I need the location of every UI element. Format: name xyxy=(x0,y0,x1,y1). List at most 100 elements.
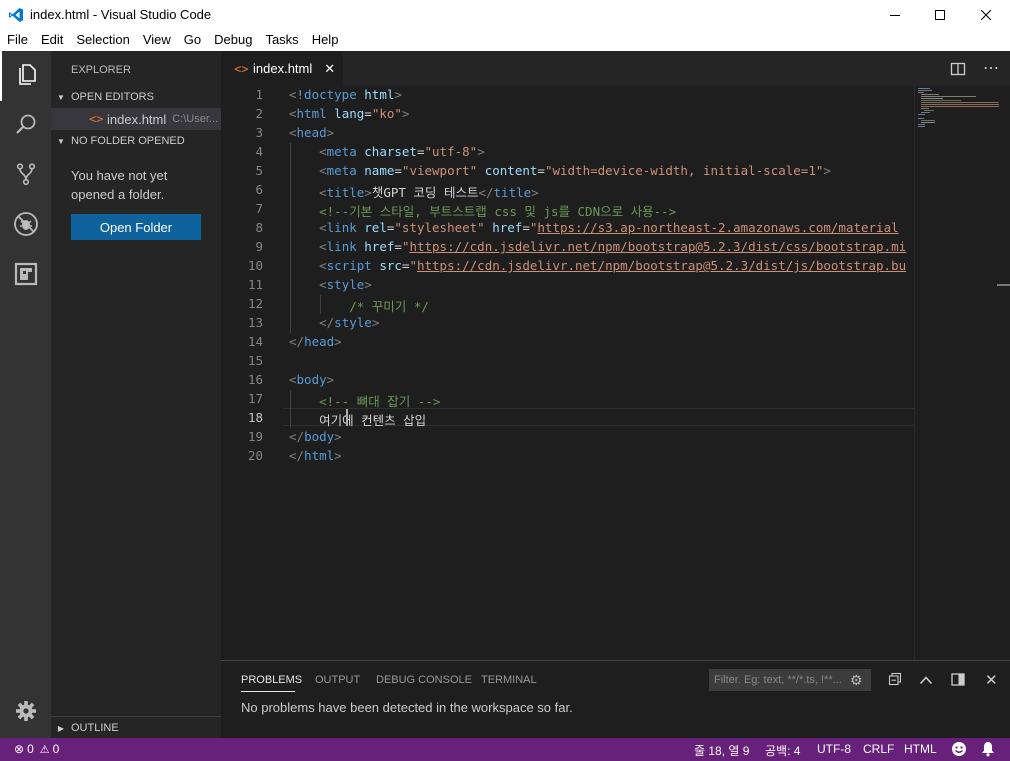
line-number: 18 xyxy=(247,410,263,425)
explorer-activity-button[interactable] xyxy=(0,51,51,101)
menu-tasks[interactable]: Tasks xyxy=(258,30,304,47)
line-number: 10 xyxy=(247,258,263,273)
filter-settings-icon[interactable]: ⚙ xyxy=(850,672,863,689)
extensions-icon xyxy=(14,262,38,290)
html-file-icon: <> xyxy=(89,112,104,126)
activity-bar xyxy=(0,51,51,738)
menu-debug[interactable]: Debug xyxy=(207,30,258,47)
menu-go[interactable]: Go xyxy=(177,30,207,47)
line-number: 13 xyxy=(247,315,263,330)
code-line: <link rel="stylesheet" href="https://s3.… xyxy=(319,220,899,235)
minimize-button[interactable] xyxy=(872,0,918,30)
editor-tab-bar: <> index.html ✕ ⋯ xyxy=(221,51,1010,86)
problems-filter-input[interactable]: Filter. Eg: text, **/*.ts, !**... ⚙ xyxy=(709,669,871,691)
code-line: <head> xyxy=(289,125,335,140)
no-folder-header[interactable]: ▼ NO FOLDER OPENED xyxy=(51,130,221,152)
code-line: <!-- 뼈대 잡기 --> xyxy=(319,394,441,409)
debug-activity-button[interactable] xyxy=(0,201,51,251)
active-tab-underline xyxy=(241,691,295,692)
tab-output[interactable]: OUTPUT xyxy=(315,674,360,686)
line-number: 19 xyxy=(247,429,263,444)
chevron-down-icon: ▼ xyxy=(57,136,65,146)
line-number: 3 xyxy=(255,125,263,140)
close-window-button[interactable] xyxy=(963,0,1009,30)
code-line: </head> xyxy=(289,334,342,349)
collapse-all-icon[interactable] xyxy=(888,672,902,691)
settings-gear-icon xyxy=(15,700,37,726)
code-line: <meta charset="utf-8"> xyxy=(319,144,485,159)
code-editor[interactable]: 1 2 3 4 5 6 7 8 9 10 11 12 13 14 15 16 17 18 19 20 <!doctyp… xyxy=(221,86,914,660)
code-line: </html> xyxy=(289,448,342,463)
language-mode[interactable]: HTML xyxy=(904,742,937,756)
menu-view[interactable]: View xyxy=(136,30,177,47)
tab-debug-console[interactable]: DEBUG CONSOLE xyxy=(376,674,472,686)
close-panel-icon[interactable]: ✕ xyxy=(985,671,998,689)
line-number: 9 xyxy=(255,239,263,254)
line-number: 5 xyxy=(255,163,263,178)
no-folder-message: You have not yet opened a folder. xyxy=(71,168,168,202)
code-line: /* 꾸미기 */ xyxy=(349,299,429,314)
search-activity-button[interactable] xyxy=(0,101,51,151)
encoding-status[interactable]: UTF-8 xyxy=(817,742,851,756)
code-line: <title>챗GPT 코딩 테스트</title> xyxy=(319,185,539,200)
tab-problems[interactable]: PROBLEMS xyxy=(241,674,302,686)
status-bar: ⊗ 0 ⚠ 0 줄 18, 열 9 공백: 4 UTF-8 CRLF HTML xyxy=(0,738,1010,761)
open-editor-file-name: index.html xyxy=(107,111,167,127)
code-line: <link href="https://cdn.jsdelivr.net/npm… xyxy=(319,239,907,254)
line-number: 4 xyxy=(255,144,263,159)
text-cursor xyxy=(346,409,348,426)
tab-terminal[interactable]: TERMINAL xyxy=(481,674,537,686)
menu-selection[interactable]: Selection xyxy=(69,30,135,47)
code-line: </style> xyxy=(319,315,380,330)
warning-icon: ⚠ xyxy=(39,743,50,756)
maximize-panel-icon[interactable] xyxy=(919,673,933,691)
no-folder-label: NO FOLDER OPENED xyxy=(71,135,185,147)
split-editor-icon[interactable] xyxy=(950,61,966,82)
outline-header[interactable]: ▶ OUTLINE xyxy=(51,716,221,739)
notifications-bell-icon[interactable] xyxy=(981,741,995,760)
source-control-activity-button[interactable] xyxy=(0,151,51,201)
menu-file[interactable]: File xyxy=(0,30,34,47)
minimap-scroll-marker xyxy=(997,284,1010,286)
more-actions-icon[interactable]: ⋯ xyxy=(983,58,999,78)
debug-icon xyxy=(13,211,39,241)
open-editor-file-path: C:\User... xyxy=(172,113,219,125)
line-number: 6 xyxy=(255,182,263,197)
tab-label: index.html xyxy=(253,61,313,76)
search-icon xyxy=(14,112,38,140)
code-line: <!--기본 스타일, 부트스트랩 css 및 js를 CDN으로 사용--> xyxy=(319,204,677,219)
tab-index-html[interactable]: <> index.html ✕ xyxy=(221,51,343,86)
panel-position-icon[interactable] xyxy=(951,673,965,691)
minimap[interactable] xyxy=(914,86,1010,660)
explorer-sidebar: EXPLORER ▼ OPEN EDITORS <> index.html C:… xyxy=(51,51,221,738)
code-line: 여기에 컨텐츠 삽입 xyxy=(289,413,427,428)
sidebar-title: EXPLORER xyxy=(71,64,131,76)
code-line: <!doctype html> xyxy=(289,87,402,102)
line-number: 7 xyxy=(255,201,263,216)
menu-help[interactable]: Help xyxy=(305,30,345,47)
maximize-button[interactable] xyxy=(917,0,963,30)
line-number: 17 xyxy=(247,391,263,406)
indentation-status[interactable]: 공백: 4 xyxy=(765,742,800,759)
code-line: <style> xyxy=(319,277,372,292)
cursor-position[interactable]: 줄 18, 열 9 xyxy=(694,742,749,759)
open-editors-label: OPEN EDITORS xyxy=(71,91,154,103)
open-editor-item[interactable]: <> index.html C:\User... xyxy=(51,108,221,130)
extensions-activity-button[interactable] xyxy=(0,251,51,301)
menu-bar: File Edit Selection View Go Debug Tasks Help xyxy=(0,30,1010,51)
problems-status[interactable]: ⊗ 0 ⚠ 0 xyxy=(14,742,59,756)
outline-label: OUTLINE xyxy=(71,722,119,734)
close-tab-icon[interactable]: ✕ xyxy=(324,61,335,77)
line-number: 1 xyxy=(255,87,263,102)
source-control-icon xyxy=(14,162,38,190)
code-line: <body> xyxy=(289,372,335,387)
open-editors-header[interactable]: ▼ OPEN EDITORS xyxy=(51,86,221,108)
manage-activity-button[interactable] xyxy=(0,688,51,738)
line-number: 12 xyxy=(247,296,263,311)
error-icon: ⊗ xyxy=(14,742,25,756)
menu-edit[interactable]: Edit xyxy=(34,30,69,47)
feedback-smiley-icon[interactable] xyxy=(951,741,967,760)
open-folder-button[interactable]: Open Folder xyxy=(71,214,201,240)
error-count: 0 xyxy=(27,742,34,756)
eol-status[interactable]: CRLF xyxy=(863,742,894,756)
